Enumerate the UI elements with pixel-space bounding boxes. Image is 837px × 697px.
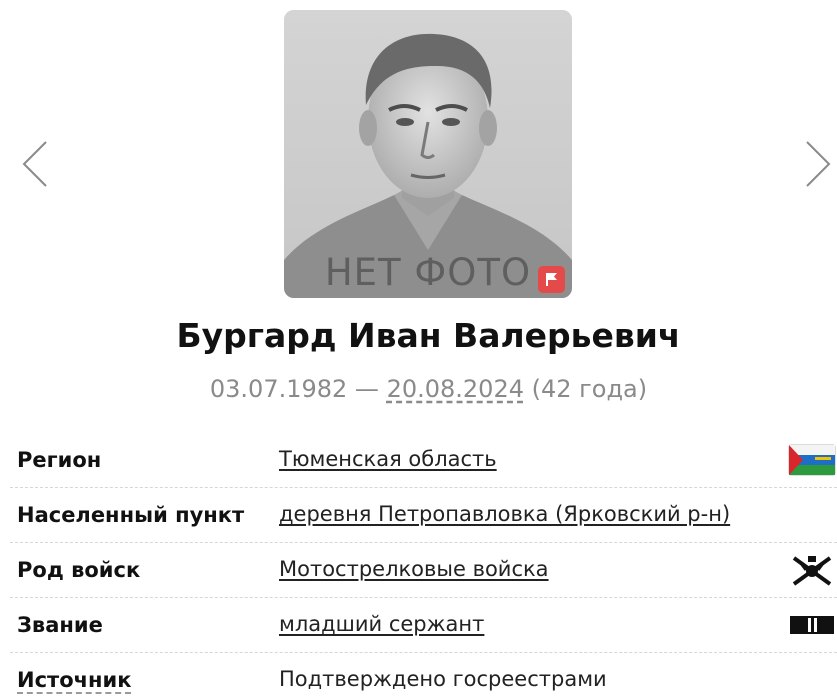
settlement-link[interactable]: деревня Петропавловка (Ярковский р-н)	[279, 499, 730, 529]
info-row-rank: Звание младший сержант	[10, 598, 837, 653]
info-table: Регион Тюменская область Населенный пунк…	[10, 433, 837, 697]
row-label: Населенный пункт	[17, 503, 245, 527]
region-link[interactable]: Тюменская область	[279, 444, 497, 474]
chevron-right-icon	[806, 141, 831, 187]
troops-link[interactable]: Мотострелковые войска	[279, 554, 549, 584]
previous-button[interactable]	[14, 136, 54, 196]
row-label: Источник	[17, 668, 132, 692]
next-button[interactable]	[797, 136, 837, 196]
row-label: Регион	[17, 448, 102, 472]
death-date[interactable]: 20.08.2024	[387, 375, 524, 403]
source-value: Подтверждено госреестрами	[279, 667, 607, 691]
info-row-region: Регион Тюменская область	[10, 433, 837, 488]
motor-rifle-emblem-icon	[788, 552, 836, 588]
portrait-photo: НЕТ ФОТО	[284, 10, 572, 298]
life-dates: 03.07.1982 — 20.08.2024 (42 года)	[0, 372, 837, 406]
info-row-troops: Род войск Мотострелковые войска	[10, 543, 837, 598]
memorial-card: НЕТ ФОТО Бургард Иван Валерьевич 03.07.1…	[0, 0, 837, 697]
row-label: Звание	[17, 613, 103, 637]
rank-link[interactable]: младший сержант	[279, 609, 484, 639]
no-photo-label: НЕТ ФОТО	[324, 251, 532, 294]
flag-icon	[546, 273, 557, 286]
age-text: (42 года)	[523, 375, 648, 403]
info-row-source: Источник Подтверждено госреестрами	[10, 653, 837, 697]
info-row-settlement: Населенный пункт деревня Петропавловка (…	[10, 488, 837, 543]
rank-insignia-icon	[788, 607, 836, 643]
date-separator: —	[347, 375, 387, 403]
report-flag-button[interactable]	[538, 266, 565, 293]
row-label: Род войск	[17, 558, 141, 582]
person-name: Бургард Иван Валерьевич	[176, 316, 681, 355]
region-flag-icon	[788, 442, 836, 478]
chevron-left-icon	[22, 141, 47, 187]
birth-date: 03.07.1982	[209, 375, 348, 403]
